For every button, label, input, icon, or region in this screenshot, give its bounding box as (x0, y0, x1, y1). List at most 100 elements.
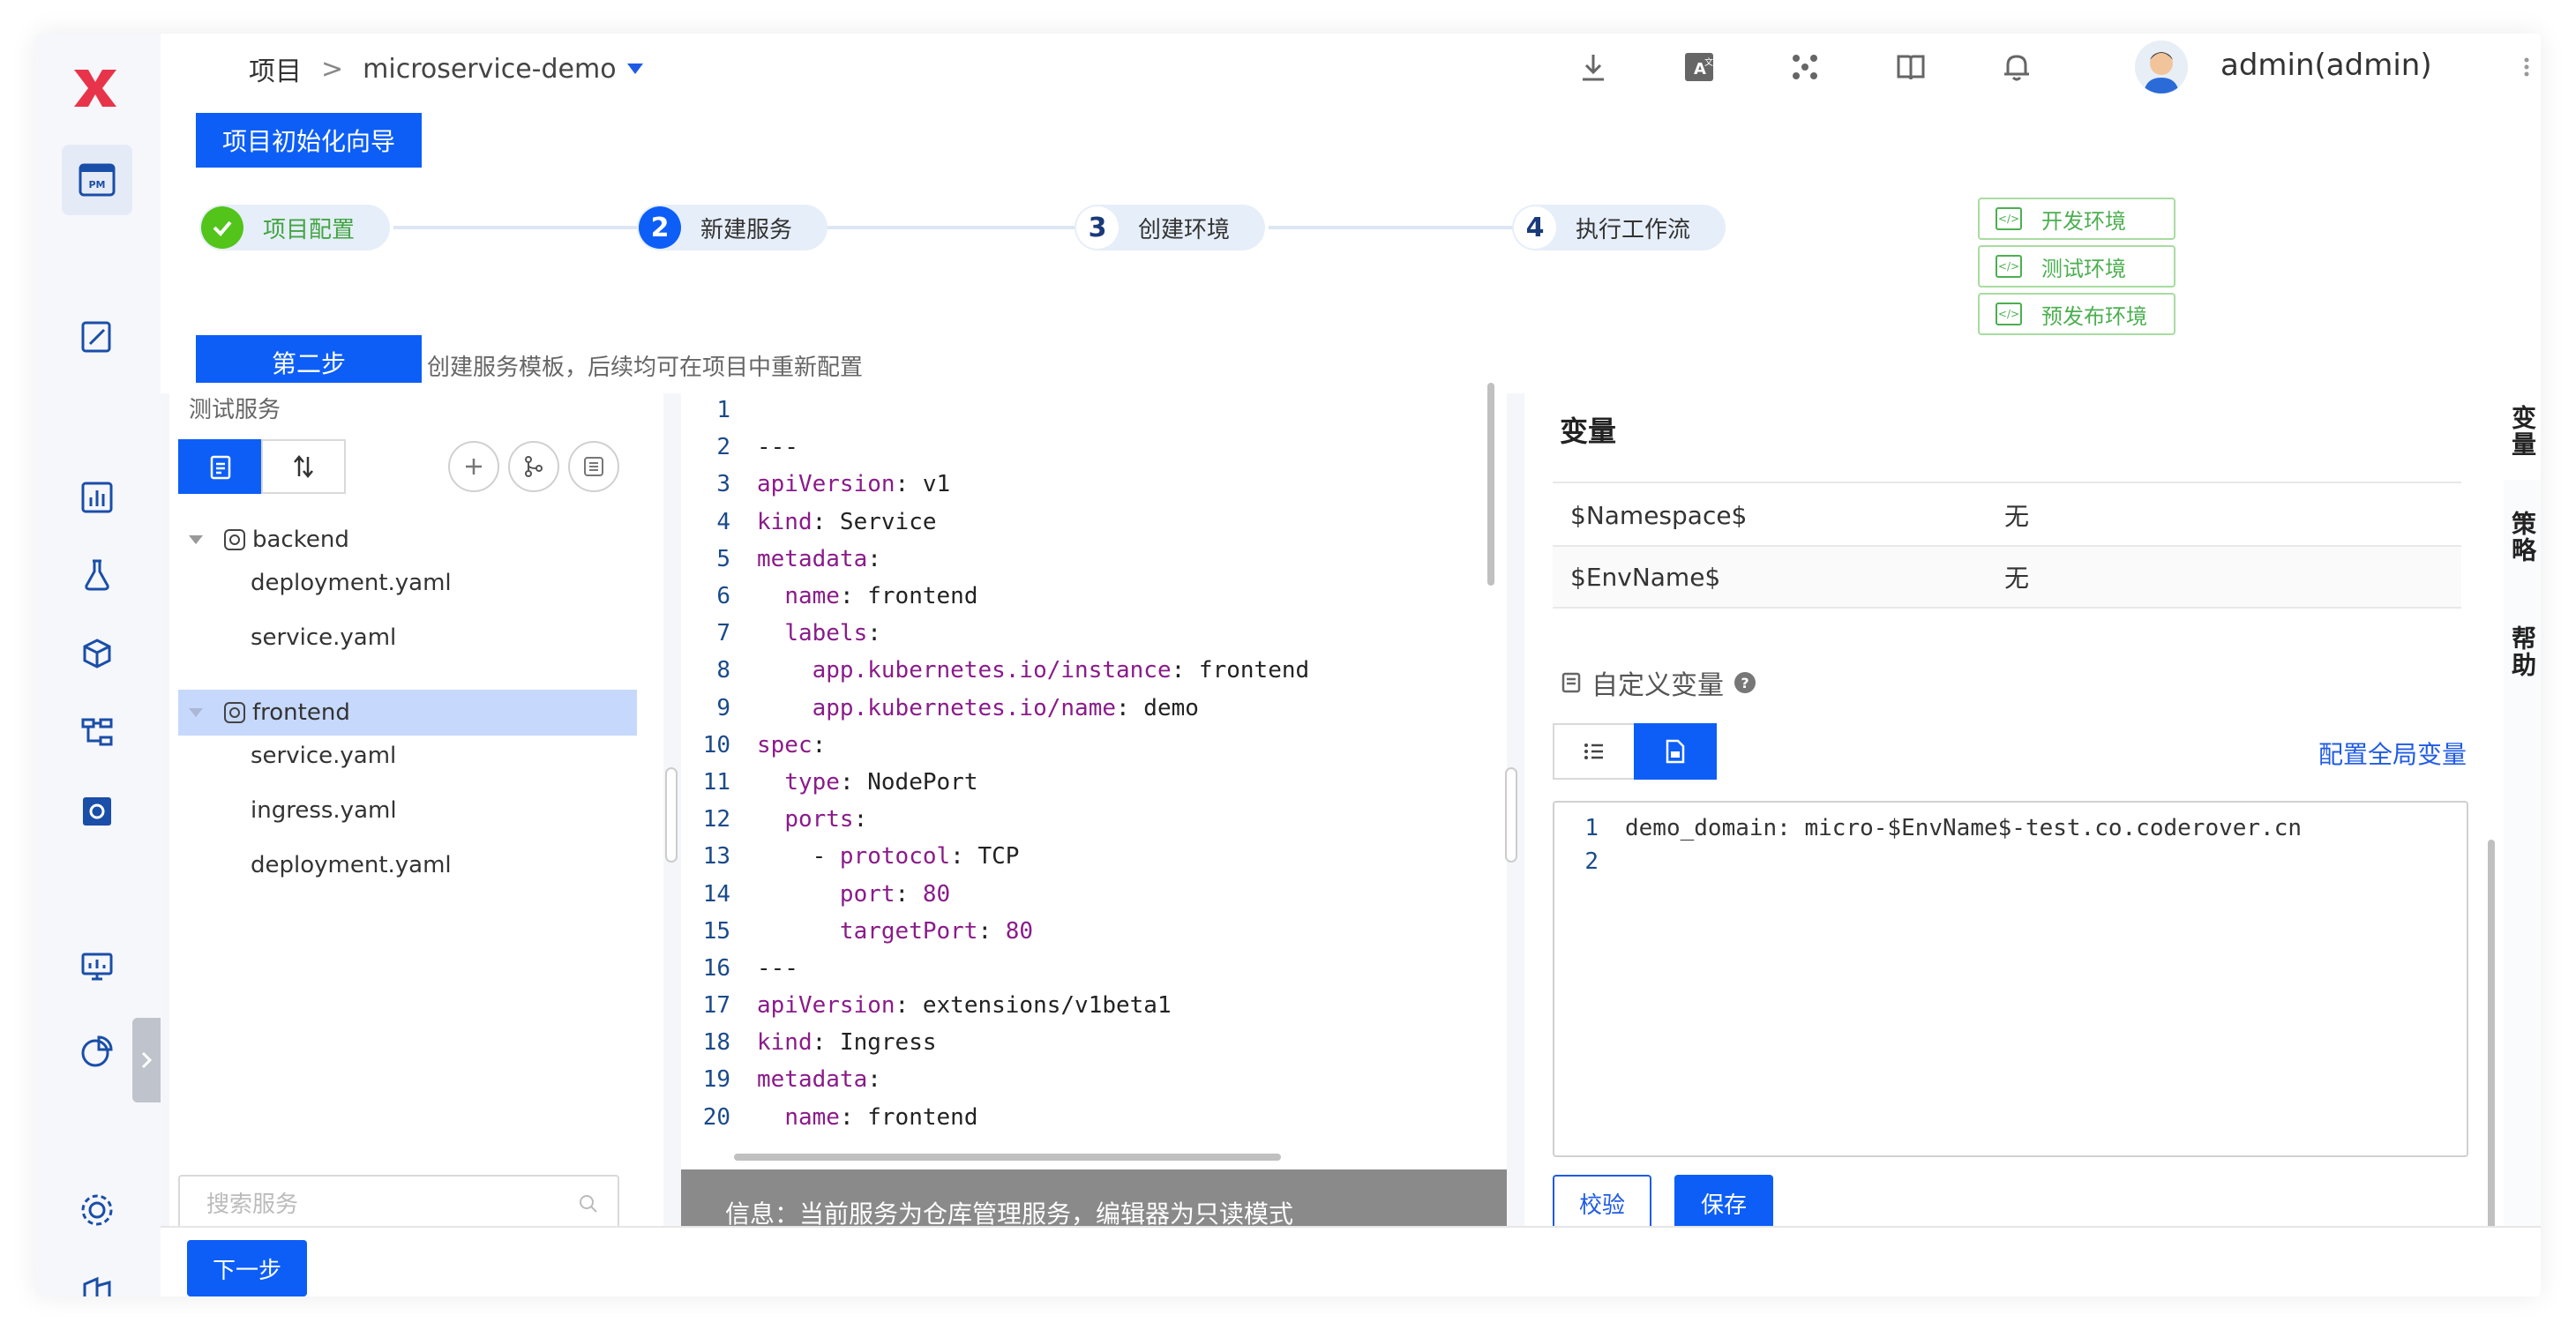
download-icon[interactable] (1576, 49, 1611, 85)
avatar[interactable] (2135, 41, 2188, 93)
footer: 下一步 (161, 1226, 2541, 1296)
bell-icon[interactable] (1999, 49, 2034, 85)
workflow-icon[interactable] (62, 697, 132, 767)
more-vertical-icon[interactable] (2521, 49, 2532, 85)
next-step-button[interactable]: 下一步 (187, 1240, 307, 1296)
resize-handle[interactable] (1505, 767, 1517, 863)
network-icon[interactable] (1787, 49, 1823, 85)
line-number: 13 (702, 843, 730, 870)
line-number: 1 (716, 397, 730, 424)
list-mode-button[interactable] (1553, 723, 1636, 780)
project-icon[interactable]: PM (62, 145, 132, 215)
custom-variable-editor[interactable]: 1 demo_domain: micro-$EnvName$-test.co.co… (1553, 801, 2468, 1157)
tree-file[interactable]: deployment.yaml (251, 852, 452, 878)
configure-global-variables-link[interactable]: 配置全局变量 (2318, 736, 2467, 771)
wizard-header: 项目初始化向导 项目配置 2 新建服务 3 创建环境 4 执行工作流 </> 开… (161, 101, 2541, 393)
username[interactable]: admin(admin) (2220, 48, 2432, 83)
wizard-button[interactable]: 项目初始化向导 (196, 113, 422, 168)
env-tag-label: 预发布环境 (2041, 303, 2147, 329)
code-value: : frontend (1171, 657, 1310, 684)
variables-scrollbar[interactable] (2488, 840, 2495, 1263)
line-number: 10 (702, 731, 730, 758)
variable-name: $Namespace$ (1570, 500, 1748, 530)
code-icon: </> (1996, 255, 2022, 278)
search-icon (580, 1195, 597, 1213)
editor-vertical-scrollbar[interactable] (1487, 383, 1494, 586)
tab-help[interactable]: 帮助 (2504, 612, 2541, 691)
code-key: labels (784, 620, 868, 647)
code-value: : (867, 545, 881, 572)
book-icon[interactable] (1893, 49, 1928, 85)
editor-horizontal-scrollbar[interactable] (734, 1154, 1281, 1161)
add-service-button[interactable] (448, 441, 499, 492)
dashboard-icon[interactable] (62, 462, 132, 533)
validate-button[interactable]: 校验 (1553, 1175, 1651, 1231)
tree-file[interactable]: deployment.yaml (251, 570, 452, 596)
help-icon[interactable]: ? (1733, 670, 1757, 695)
tree-node-backend[interactable]: backend (178, 517, 637, 563)
edit-icon[interactable] (62, 302, 132, 372)
git-repo-button[interactable] (508, 441, 559, 492)
env-tag-staging[interactable]: </> 预发布环境 (1978, 293, 2175, 335)
tree-file[interactable]: service.yaml (251, 743, 396, 769)
tree-node-frontend[interactable]: frontend (178, 690, 637, 736)
svg-text:文: 文 (1704, 56, 1713, 68)
env-tag-dev[interactable]: </> 开发环境 (1978, 198, 2175, 240)
code-key: protocol (839, 843, 951, 870)
env-tags: </> 开发环境 </> 测试环境 </> 预发布环境 (1978, 198, 2175, 340)
tree-file[interactable]: ingress.yaml (251, 797, 397, 824)
save-button[interactable]: 保存 (1674, 1175, 1773, 1231)
code-key: kind (757, 508, 812, 535)
sidebar-collapse-button[interactable] (132, 1018, 161, 1102)
code-line: 2 --- (681, 429, 1493, 466)
code-key: apiVersion (757, 471, 895, 498)
tab-strategy[interactable]: 策略 (2504, 497, 2541, 577)
step-1[interactable]: 项目配置 (199, 205, 391, 250)
code-value: --- (757, 954, 798, 982)
sort-button[interactable] (261, 439, 346, 494)
template-library-button[interactable] (568, 441, 619, 492)
test-flask-icon[interactable] (62, 540, 132, 610)
env-tag-test[interactable]: </> 测试环境 (1978, 245, 2175, 288)
translate-icon[interactable]: A文 (1681, 49, 1717, 85)
resize-handle[interactable] (665, 767, 678, 863)
building-icon[interactable] (62, 1254, 132, 1296)
line-number: 5 (716, 545, 730, 572)
code-key: metadata (757, 545, 868, 572)
variables-title: 变量 (1560, 415, 1617, 448)
line-number: 19 (702, 1066, 730, 1094)
side-tabs: 变量 策略 帮助 (2504, 383, 2541, 1265)
breadcrumb-root[interactable]: 项目 (249, 49, 302, 88)
chevron-down-icon[interactable] (626, 64, 643, 74)
step-4[interactable]: 4 执行工作流 (1512, 205, 1726, 250)
caret-down-icon[interactable] (189, 708, 203, 717)
tree-node-label: frontend (252, 699, 350, 726)
breadcrumb: 项目 > microservice-demo (249, 49, 643, 88)
settings-box-icon[interactable] (62, 776, 132, 847)
yaml-mode-button[interactable] (1634, 723, 1717, 780)
line-number: 2 (716, 434, 730, 461)
code-value (757, 657, 812, 684)
step-2[interactable]: 2 新建服务 (637, 205, 828, 250)
caret-down-icon[interactable] (189, 535, 203, 544)
code-value: : frontend (839, 1103, 978, 1131)
breadcrumb-separator: > (321, 53, 344, 85)
custom-variable-label: 自定义变量 (1591, 670, 1724, 701)
tree-file[interactable]: service.yaml (251, 624, 396, 651)
yaml-editor[interactable]: 1 2 --- 3 apiVersion: v1 4 kind: Service 5 metad… (681, 383, 1507, 1265)
tab-variables[interactable]: 变量 (2504, 383, 2541, 480)
logo[interactable] (60, 53, 131, 123)
step-description: 创建服务模板，后续均可在项目中重新配置 (427, 355, 864, 381)
gear-icon[interactable] (62, 1175, 132, 1245)
code-line: 8 app.kubernetes.io/instance: frontend (681, 652, 1493, 689)
project-selector[interactable]: microservice-demo (363, 54, 616, 85)
monitor-icon[interactable] (62, 931, 132, 1002)
service-list-panel: 测试服务 backend deployment.yaml service.yam… (169, 383, 663, 1265)
code-value (757, 806, 784, 833)
package-icon[interactable] (62, 619, 132, 690)
pie-chart-icon[interactable] (62, 1016, 132, 1087)
search-input[interactable]: 搜索服务 (178, 1175, 619, 1229)
code-key: type (784, 768, 840, 796)
step-3[interactable]: 3 创建环境 (1075, 205, 1266, 250)
list-view-button[interactable] (178, 439, 263, 494)
